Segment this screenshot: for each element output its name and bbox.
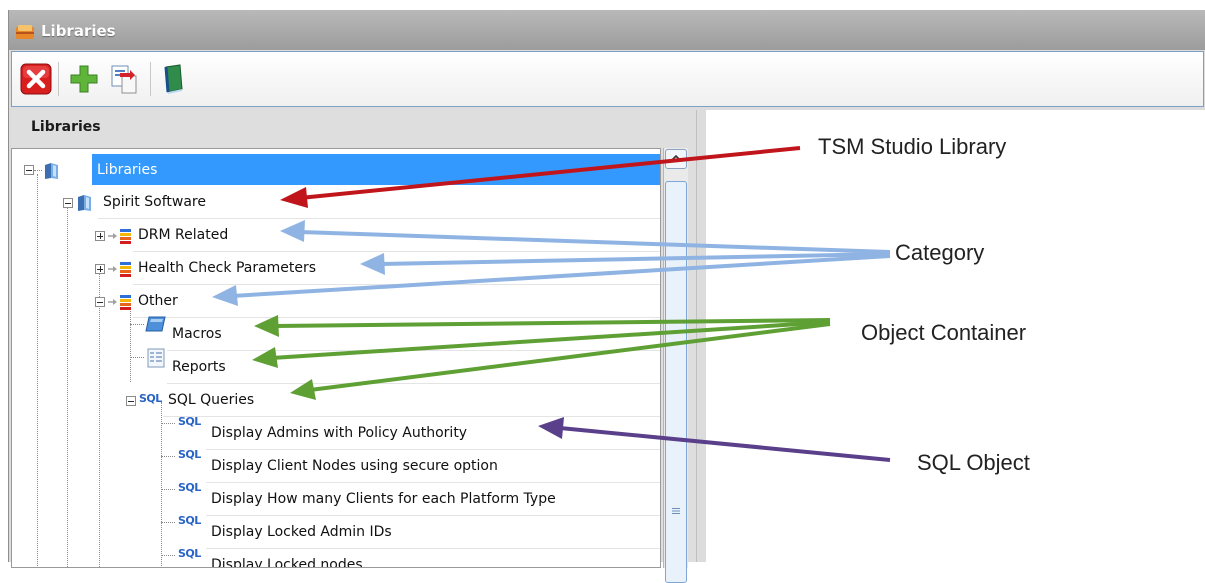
tree-item-label: Display Locked nodes [211,557,363,568]
window-title: Libraries [41,22,116,40]
sql-icon: SQL [178,481,201,494]
report-icon [147,348,165,368]
sql-icon: SQL [178,547,201,560]
tree-item-label: Display How many Clients for each Platfo… [211,491,556,507]
tree-item-category[interactable]: Health Check Parameters [133,252,660,284]
tree-connector [130,304,131,382]
sql-icon: SQL [178,448,201,461]
tree-item-container[interactable]: SQL Queries [163,384,660,416]
collapse-toggle[interactable] [24,165,34,175]
toolbar [11,51,1204,107]
toolbar-separator [150,62,151,96]
libraries-window: Libraries Libraries Libraries Spirit Sof… [8,10,1205,583]
toolbar-separator [58,62,59,96]
tree-item-category[interactable]: Other [133,285,660,317]
book-icon[interactable] [158,63,190,95]
annotation-object-container: Object Container [861,320,1027,345]
tree-item-sql-object[interactable]: Display Client Nodes using secure option [206,450,660,482]
plus-icon[interactable] [68,63,100,95]
tree-item-label: Macros [172,326,222,342]
title-bar: Libraries [9,10,1205,50]
tree-item-label: Libraries [97,161,158,178]
import-icon[interactable] [108,63,140,95]
tree-connector [161,423,175,424]
tree-item-category[interactable]: DRM Related [133,219,660,251]
sql-icon: SQL [178,415,201,428]
tree-connector [67,207,68,567]
libraries-tree: Libraries Spirit Software DRM Related He… [11,148,661,568]
category-icon [108,295,131,310]
tree-item-sql-object[interactable]: Display Locked Admin IDs [206,516,660,548]
library-icon [45,163,58,179]
collapse-toggle[interactable] [63,198,73,208]
expand-toggle[interactable] [95,264,105,274]
tree-connector [161,489,175,490]
annotation-library: TSM Studio Library [818,134,1007,159]
tree-connector [161,522,175,523]
category-icon [108,229,131,244]
tree-item-label: DRM Related [138,227,229,243]
grip-icon [672,508,680,514]
category-icon [108,262,131,277]
scroll-up-button[interactable] [665,149,687,169]
library-icon [16,25,34,39]
tree-item-libraries-root[interactable]: Libraries [92,154,660,185]
tree-connector [161,456,175,457]
scroll-thumb[interactable] [665,181,687,583]
tree-connector [161,402,162,567]
tree-item-label: SQL Queries [168,392,255,408]
tree-connector [130,324,144,325]
tree-item-sql-object[interactable]: Display Locked nodes [206,549,660,568]
macro-icon [145,316,166,332]
tree-item-container[interactable]: Reports [167,351,660,383]
library-icon [78,195,91,211]
tree-item-label: Display Admins with Policy Authority [211,425,468,441]
tree-item-sql-object[interactable]: Display Admins with Policy Authority [206,417,660,449]
tree-item-spirit-software[interactable]: Spirit Software [98,186,660,218]
tree-item-label: Spirit Software [103,194,206,210]
collapse-toggle[interactable] [95,297,105,307]
tree-item-label: Other [138,293,178,309]
tree-item-sql-object[interactable]: Display How many Clients for each Platfo… [206,483,660,515]
tree-scrollbar[interactable] [663,148,688,583]
tree-connector [161,555,175,556]
tree-item-label: Health Check Parameters [138,260,317,276]
tree-connector [99,271,100,567]
tree-item-label: Reports [172,359,226,375]
sql-icon: SQL [178,514,201,527]
tree-item-container[interactable]: Macros [167,318,660,350]
annotation-sql-object: SQL Object [917,450,1030,475]
panel-header: Libraries [31,119,101,135]
sql-icon: SQL [139,392,162,405]
close-button[interactable] [20,63,52,95]
expand-toggle[interactable] [95,231,105,241]
tree-connector [37,174,38,567]
collapse-toggle[interactable] [126,396,136,406]
tree-connector [130,357,144,358]
tree-item-label: Display Client Nodes using secure option [211,458,498,474]
libraries-panel: Libraries Libraries Spirit Software DRM … [11,110,696,583]
tree-item-label: Display Locked Admin IDs [211,524,392,540]
annotation-category: Category [895,240,985,265]
tree-connector [34,170,42,171]
